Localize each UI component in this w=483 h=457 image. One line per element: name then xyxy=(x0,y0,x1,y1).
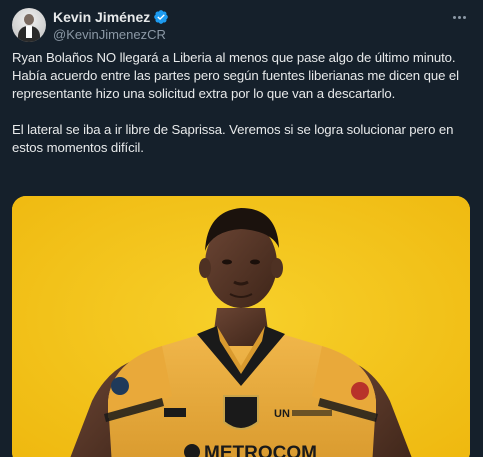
more-options-icon[interactable] xyxy=(449,8,469,26)
author-name-row: Kevin Jiménez xyxy=(53,8,169,26)
author-display-name[interactable]: Kevin Jiménez xyxy=(53,8,150,26)
tweet-card: Kevin Jiménez @KevinJimenezCR Ryan Bolañ… xyxy=(0,0,483,457)
avatar[interactable] xyxy=(12,8,46,42)
player-photo: UN METROCOM xyxy=(12,196,470,457)
tweet-header: Kevin Jiménez @KevinJimenezCR xyxy=(12,8,471,42)
sponsor-secondary-text: UN xyxy=(274,408,290,420)
tweet-paragraph: El lateral se iba a ir libre de Saprissa… xyxy=(12,122,454,155)
author-handle[interactable]: @KevinJimenezCR xyxy=(53,27,166,43)
verified-badge-icon xyxy=(153,9,169,25)
tweet-paragraph: Ryan Bolaños NO llegará a Liberia al men… xyxy=(12,50,459,101)
tweet-media-photo[interactable]: UN METROCOM xyxy=(12,196,470,457)
tweet-text: Ryan Bolaños NO llegará a Liberia al men… xyxy=(12,49,472,157)
sponsor-text: METROCOM xyxy=(204,443,317,457)
